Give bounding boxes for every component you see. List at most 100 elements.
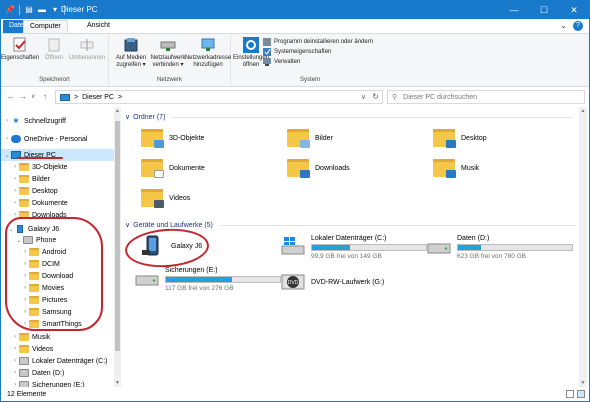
- tab-computer[interactable]: Computer: [23, 20, 68, 33]
- folder-name: Dokumente: [169, 164, 205, 172]
- music-folder-icon: [433, 159, 456, 178]
- nav-item[interactable]: › Desktop: [1, 185, 115, 197]
- folders-section-header[interactable]: ∨ Ordner (7): [125, 113, 573, 121]
- onedrive-icon: [11, 135, 21, 143]
- drive-usage-fill: [166, 277, 233, 282]
- add-network-location-button[interactable]: Netzwerkadresse hinzufügen: [185, 37, 231, 69]
- nav-item-label: Daten (D:): [32, 369, 65, 377]
- folder-tile[interactable]: Desktop: [433, 129, 487, 148]
- drive-tile[interactable]: Daten (D:) 623 GB frei von 780 GB: [427, 235, 573, 260]
- nav-item[interactable]: › Dokumente: [1, 197, 115, 209]
- scroll-up-icon[interactable]: ▲: [114, 108, 121, 114]
- search-icon: ⚲: [392, 94, 398, 101]
- help-icon[interactable]: ?: [573, 21, 583, 31]
- nav-item[interactable]: › Bilder: [1, 173, 115, 185]
- folder-tile[interactable]: 3D-Objekte: [141, 129, 204, 148]
- nav-item[interactable]: › OneDrive - Personal: [1, 133, 115, 145]
- scroll-up-icon[interactable]: ▲: [579, 108, 587, 114]
- drive-info: Sicherungen (E:) 117 GB frei von 276 GB: [165, 267, 281, 292]
- search-box[interactable]: ⚲ Dieser PC durchsuchen: [387, 90, 585, 104]
- chevron-right-icon[interactable]: ›: [11, 358, 19, 364]
- location-group-label: Speicherort: [39, 77, 70, 83]
- access-media-button[interactable]: Auf Medien zugreifen ▾: [113, 37, 149, 69]
- minimize-button[interactable]: —: [499, 1, 529, 19]
- map-drive-button[interactable]: Netzlaufwerk verbinden ▾: [149, 37, 187, 69]
- window-title: Dieser PC: [61, 5, 98, 14]
- nav-item[interactable]: ⌄ Dieser PC: [1, 149, 115, 161]
- pin-icon[interactable]: 📌: [5, 4, 15, 15]
- location-group: Eigenschaften Öffnen Umbenennen Speicher…: [1, 34, 109, 86]
- open-button[interactable]: Öffnen: [41, 37, 67, 62]
- tiles-view-icon[interactable]: [577, 390, 585, 398]
- details-view-icon[interactable]: [566, 390, 574, 398]
- rename-label: Umbenennen: [68, 55, 106, 61]
- refresh-icon[interactable]: ↻: [372, 92, 379, 101]
- chevron-right-icon[interactable]: ›: [11, 370, 19, 376]
- folder-tile[interactable]: Dokumente: [141, 159, 205, 178]
- chevron-right-icon[interactable]: ›: [3, 136, 11, 142]
- chevron-right-icon[interactable]: ›: [11, 346, 19, 352]
- nav-item[interactable]: › Sicherungen (E:): [1, 379, 115, 387]
- drive-free-space: 117 GB frei von 276 GB: [165, 285, 234, 292]
- system-properties-button[interactable]: Systemeigenschaften: [263, 48, 331, 56]
- forward-icon[interactable]: →: [19, 92, 27, 101]
- chevron-right-icon[interactable]: ›: [11, 164, 19, 170]
- folder-name: Bilder: [315, 134, 333, 142]
- drive-name: Sicherungen (E:): [165, 267, 218, 274]
- nav-item[interactable]: › Musik: [1, 331, 115, 343]
- videos-folder-icon: [141, 189, 164, 208]
- scrollbar-thumb[interactable]: [115, 121, 120, 351]
- nav-scrollbar[interactable]: ▲ ▼: [114, 107, 121, 387]
- chevron-right-icon[interactable]: ›: [11, 334, 19, 340]
- scroll-down-icon[interactable]: ▼: [114, 380, 121, 386]
- drive-tile[interactable]: DVD DVD-RW-Laufwerk (G:): [281, 271, 384, 293]
- folder-name: Musik: [461, 164, 480, 172]
- uninstall-program-button[interactable]: Programm deinstallieren oder ändern: [263, 38, 373, 46]
- devices-section-header[interactable]: ∨ Geräte und Laufwerke (5): [125, 221, 576, 229]
- new-folder-icon[interactable]: ▬: [37, 4, 47, 15]
- dropdown-icon[interactable]: ▾: [50, 4, 60, 15]
- folder-tile[interactable]: Downloads: [287, 159, 350, 178]
- chevron-down-icon[interactable]: ⌄: [3, 152, 11, 159]
- address-path: Dieser PC: [82, 93, 114, 101]
- drive-tile[interactable]: Lokaler Datenträger (C:) 99,9 GB frei vo…: [281, 235, 427, 260]
- manage-button[interactable]: Verwalten: [263, 58, 300, 66]
- nav-item[interactable]: › Lokaler Datenträger (C:): [1, 355, 115, 367]
- chevron-down-icon[interactable]: ⌄: [560, 21, 567, 31]
- folder-tile[interactable]: Bilder: [287, 129, 333, 148]
- open-label: Öffnen: [45, 55, 63, 61]
- drive-usage-fill: [312, 245, 350, 250]
- system-group-label: System: [299, 77, 320, 83]
- chevron-right-icon[interactable]: ›: [3, 118, 11, 124]
- folder-icon: [19, 187, 29, 195]
- recent-locations-icon[interactable]: ∨: [31, 93, 35, 100]
- nav-item[interactable]: › ★ Schnellzugriff: [1, 115, 115, 127]
- chevron-right-icon[interactable]: ›: [11, 200, 19, 206]
- rename-button[interactable]: Umbenennen: [69, 37, 105, 62]
- network-group: Auf Medien zugreifen ▾ Netzlaufwerk verb…: [109, 34, 231, 86]
- content-scrollbar[interactable]: ▲ ▼: [579, 107, 587, 387]
- tab-view[interactable]: Ansicht: [81, 20, 116, 33]
- nav-item[interactable]: › Videos: [1, 343, 115, 355]
- documents-folder-icon: [141, 159, 164, 178]
- up-icon[interactable]: ↑: [43, 92, 47, 101]
- close-button[interactable]: ✕: [559, 1, 589, 19]
- folder-icon: [19, 175, 29, 183]
- nav-item[interactable]: › Daten (D:): [1, 367, 115, 379]
- scroll-down-icon[interactable]: ▼: [579, 380, 587, 386]
- folder-tile[interactable]: Musik: [433, 159, 480, 178]
- maximize-button[interactable]: ☐: [529, 1, 559, 19]
- drive-icon: [19, 369, 29, 377]
- chevron-down-icon[interactable]: ∨: [361, 93, 366, 101]
- chevron-right-icon[interactable]: ›: [11, 188, 19, 194]
- folder-icon: [19, 163, 29, 171]
- properties-button[interactable]: Eigenschaften: [1, 37, 39, 62]
- folder-tile[interactable]: Videos: [141, 189, 190, 208]
- back-icon[interactable]: ←: [7, 92, 15, 101]
- address-bar[interactable]: > Dieser PC > ∨ ↻: [55, 90, 383, 104]
- chevron-right-icon[interactable]: ›: [11, 176, 19, 182]
- drive-tile[interactable]: Sicherungen (E:) 117 GB frei von 276 GB: [135, 267, 281, 292]
- nav-item[interactable]: › 3D-Objekte: [1, 161, 115, 173]
- ribbon-tabs: Datei Computer Ansicht ⌄ ?: [1, 19, 589, 33]
- properties-icon[interactable]: ▤: [24, 4, 34, 15]
